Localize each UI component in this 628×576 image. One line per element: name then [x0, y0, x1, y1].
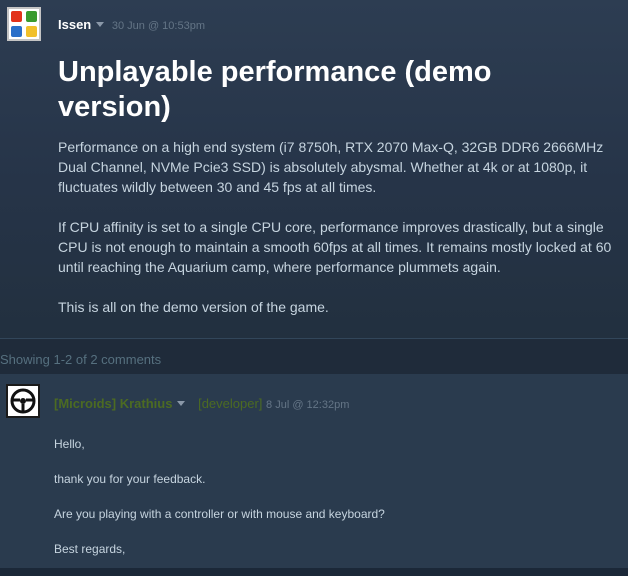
steering-wheel-icon	[10, 388, 36, 414]
comment-line: Hello,	[54, 437, 85, 451]
post-author-line: Issen 30 Jun @ 10:53pm	[58, 17, 205, 32]
post-paragraph: Performance on a high end system (i7 875…	[58, 139, 604, 195]
comments-count: Showing 1-2 of 2 comments	[0, 352, 162, 367]
comment-line: Best regards,	[54, 542, 126, 556]
game-tiles-avatar-icon[interactable]	[7, 7, 41, 41]
post-title: Unplayable performance (demo version)	[58, 56, 492, 123]
comment-line: Are you playing with a controller or wit…	[54, 507, 385, 521]
comment-author-name[interactable]: [Microids] Krathius	[54, 396, 172, 411]
post-paragraph: If CPU affinity is set to a single CPU c…	[58, 219, 612, 275]
developer-badge: [developer]	[198, 396, 263, 411]
comment-item: [Microids] Krathius [developer] 8 Jul @ …	[0, 374, 628, 568]
steering-wheel-avatar-icon[interactable]	[6, 384, 40, 418]
post-body: Performance on a high end system (i7 875…	[58, 137, 618, 337]
chevron-down-icon[interactable]	[177, 401, 186, 407]
comment-body: Hello, thank you for your feedback. Are …	[54, 436, 614, 576]
original-post: Issen 30 Jun @ 10:53pm Unplayable perfor…	[0, 0, 628, 338]
post-paragraph: This is all on the demo version of the g…	[58, 299, 329, 315]
chevron-down-icon[interactable]	[96, 22, 105, 28]
comments-count-bar: Showing 1-2 of 2 comments	[0, 338, 628, 375]
comment-author-line: [Microids] Krathius [developer] 8 Jul @ …	[54, 396, 349, 411]
post-author-name[interactable]: Issen	[58, 17, 91, 32]
post-timestamp: 30 Jun @ 10:53pm	[111, 20, 205, 32]
comment-line: thank you for your feedback.	[54, 472, 206, 486]
comment-timestamp: 8 Jul @ 12:32pm	[266, 399, 350, 411]
